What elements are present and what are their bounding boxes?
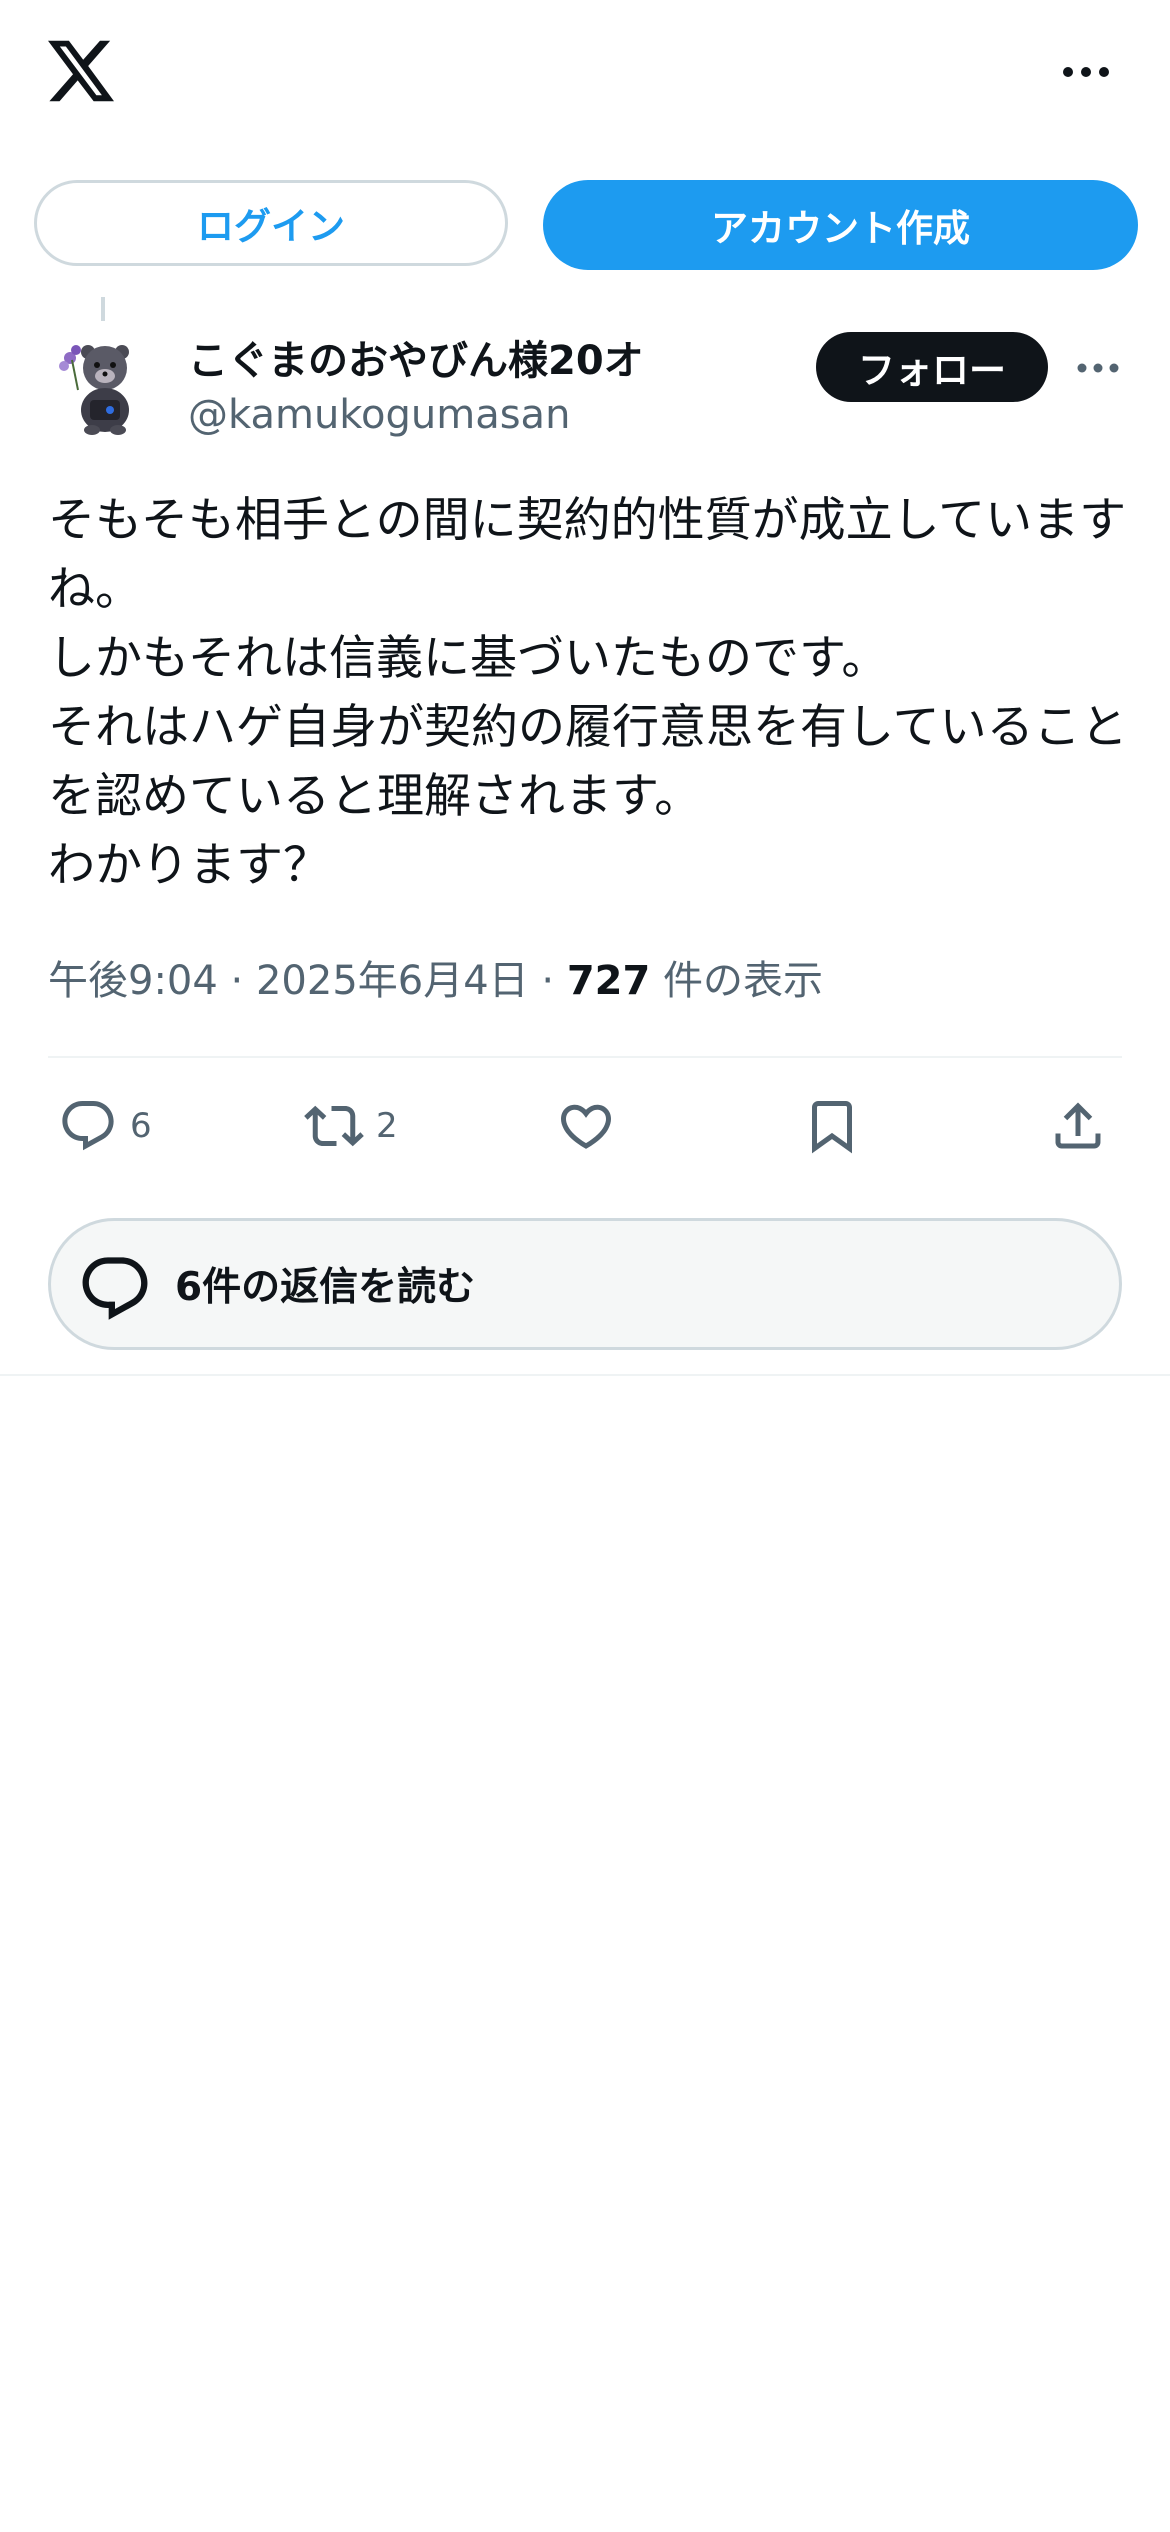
reply-bubble-icon (82, 1257, 148, 1320)
meta-separator: · (217, 958, 256, 1004)
author-handle[interactable]: @kamukogumasan (188, 392, 570, 438)
login-button[interactable]: ログイン (34, 180, 508, 266)
post-metadata: 午後9:04 · 2025年6月4日 · 727 件の表示 (48, 948, 823, 1006)
read-replies-button[interactable]: 6件の返信を読む (48, 1218, 1122, 1350)
post-date[interactable]: 2025年6月4日 (256, 958, 529, 1004)
bookmark-icon (812, 1101, 852, 1154)
bear-avatar-icon (50, 330, 160, 440)
thread-connector-line (101, 297, 105, 321)
heart-icon (560, 1104, 612, 1149)
meta-separator: · (528, 958, 567, 1004)
follow-button[interactable]: フォロー (816, 332, 1048, 402)
like-button[interactable] (556, 1094, 616, 1158)
read-replies-label: 6件の返信を読む (175, 1265, 476, 1310)
repost-icon (304, 1105, 364, 1147)
avatar[interactable] (50, 330, 160, 440)
reply-button[interactable]: 6 (58, 1094, 152, 1158)
top-bar (0, 0, 1170, 150)
post-time[interactable]: 午後9:04 (48, 958, 218, 1004)
reply-icon (62, 1101, 114, 1151)
x-logo-icon[interactable] (48, 40, 114, 102)
more-horizontal-icon[interactable] (1062, 62, 1110, 82)
share-icon (1055, 1102, 1101, 1149)
divider (48, 1056, 1122, 1058)
share-button[interactable] (1048, 1094, 1108, 1158)
repost-button[interactable]: 2 (304, 1094, 398, 1158)
views-label: 件の表示 (650, 958, 824, 1004)
divider (0, 1374, 1170, 1376)
create-account-button[interactable]: アカウント作成 (543, 180, 1138, 270)
post-text: そもそも相手との間に契約的性質が成立していますね。 しかもそれは信義に基づいたも… (48, 493, 1128, 893)
reply-count: 6 (130, 1106, 152, 1146)
views-count: 727 (566, 958, 651, 1004)
bookmark-button[interactable] (802, 1094, 862, 1158)
author-display-name[interactable]: こぐまのおやびん様20オ (188, 328, 644, 386)
repost-count: 2 (376, 1106, 398, 1146)
post-more-icon[interactable] (1076, 360, 1120, 376)
